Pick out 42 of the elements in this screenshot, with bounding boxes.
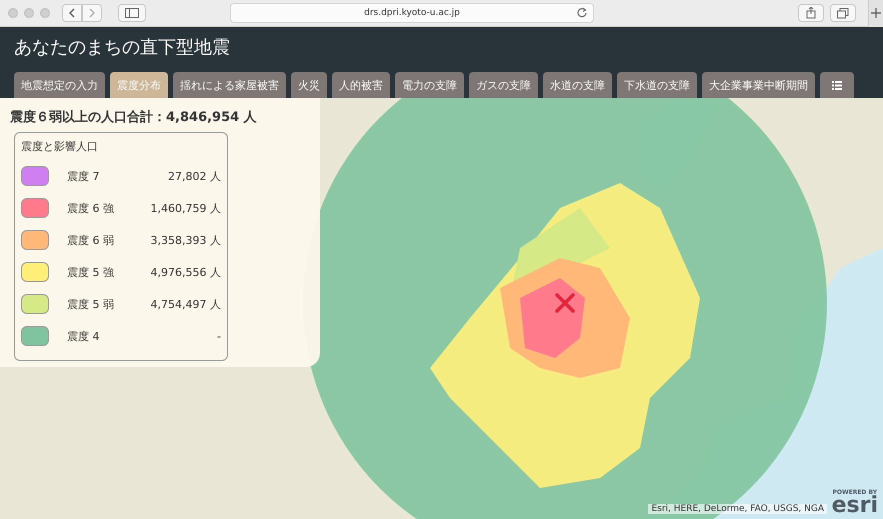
nav-tab[interactable]: 水道の支障 xyxy=(543,72,612,98)
sidebar-icon xyxy=(125,8,139,18)
list-icon xyxy=(832,80,842,90)
chevron-left-icon xyxy=(68,8,76,18)
map-attribution: Esri, HERE, DeLorme, FAO, USGS, NGA xyxy=(648,504,827,514)
esri-logo[interactable]: esri xyxy=(832,496,878,516)
nav-tab[interactable]: 人的被害 xyxy=(332,72,390,98)
intensity-label: 震度 6 弱 xyxy=(67,232,115,248)
intensity-label: 震度 5 強 xyxy=(67,264,115,280)
share-button[interactable] xyxy=(798,4,824,22)
back-button[interactable] xyxy=(62,4,82,22)
list-tab[interactable] xyxy=(820,72,854,98)
tabs-button[interactable] xyxy=(830,4,856,22)
population-value: 4,976,556 人 xyxy=(150,264,221,280)
plus-icon xyxy=(871,8,881,18)
share-icon xyxy=(806,7,816,19)
nav-tab[interactable]: 火災 xyxy=(291,72,327,98)
reload-icon[interactable] xyxy=(577,7,587,18)
population-value: 27,802 人 xyxy=(168,168,221,184)
nav-tab[interactable]: 大企業事業中断期間 xyxy=(702,72,815,98)
new-tab-button[interactable] xyxy=(868,0,883,26)
nav-tab[interactable]: 揺れによる家屋被害 xyxy=(173,72,286,98)
address-field[interactable]: drs.dpri.kyoto-u.ac.jp xyxy=(230,3,594,23)
intensity-label: 震度 5 弱 xyxy=(67,296,115,312)
sidebar-button[interactable] xyxy=(118,4,146,22)
intensity-label: 震度 7 xyxy=(67,168,100,184)
legend-title: 震度と影響人口 xyxy=(21,139,99,154)
epicenter-cross-icon xyxy=(555,293,575,313)
tabs-icon xyxy=(837,8,849,18)
nav-tab[interactable]: 下水道の支障 xyxy=(617,72,697,98)
population-value: - xyxy=(217,330,221,342)
chevron-right-icon xyxy=(88,8,96,18)
population-value: 3,358,393 人 xyxy=(150,232,221,248)
population-value: 4,754,497 人 xyxy=(150,296,221,312)
population-value: 1,460,759 人 xyxy=(150,200,221,216)
population-total: 震度６弱以上の人口合計：4,846,954 人 xyxy=(10,108,258,126)
intensity-label: 震度 4 xyxy=(67,328,100,344)
intensity-label: 震度 6 強 xyxy=(67,200,115,216)
nav-tab[interactable]: 地震想定の入力 xyxy=(14,72,105,98)
nav-tab[interactable]: ガスの支障 xyxy=(469,72,538,98)
nav-tab[interactable]: 電力の支障 xyxy=(395,72,464,98)
app-title: あなたのまちの直下型地震 xyxy=(14,37,231,60)
